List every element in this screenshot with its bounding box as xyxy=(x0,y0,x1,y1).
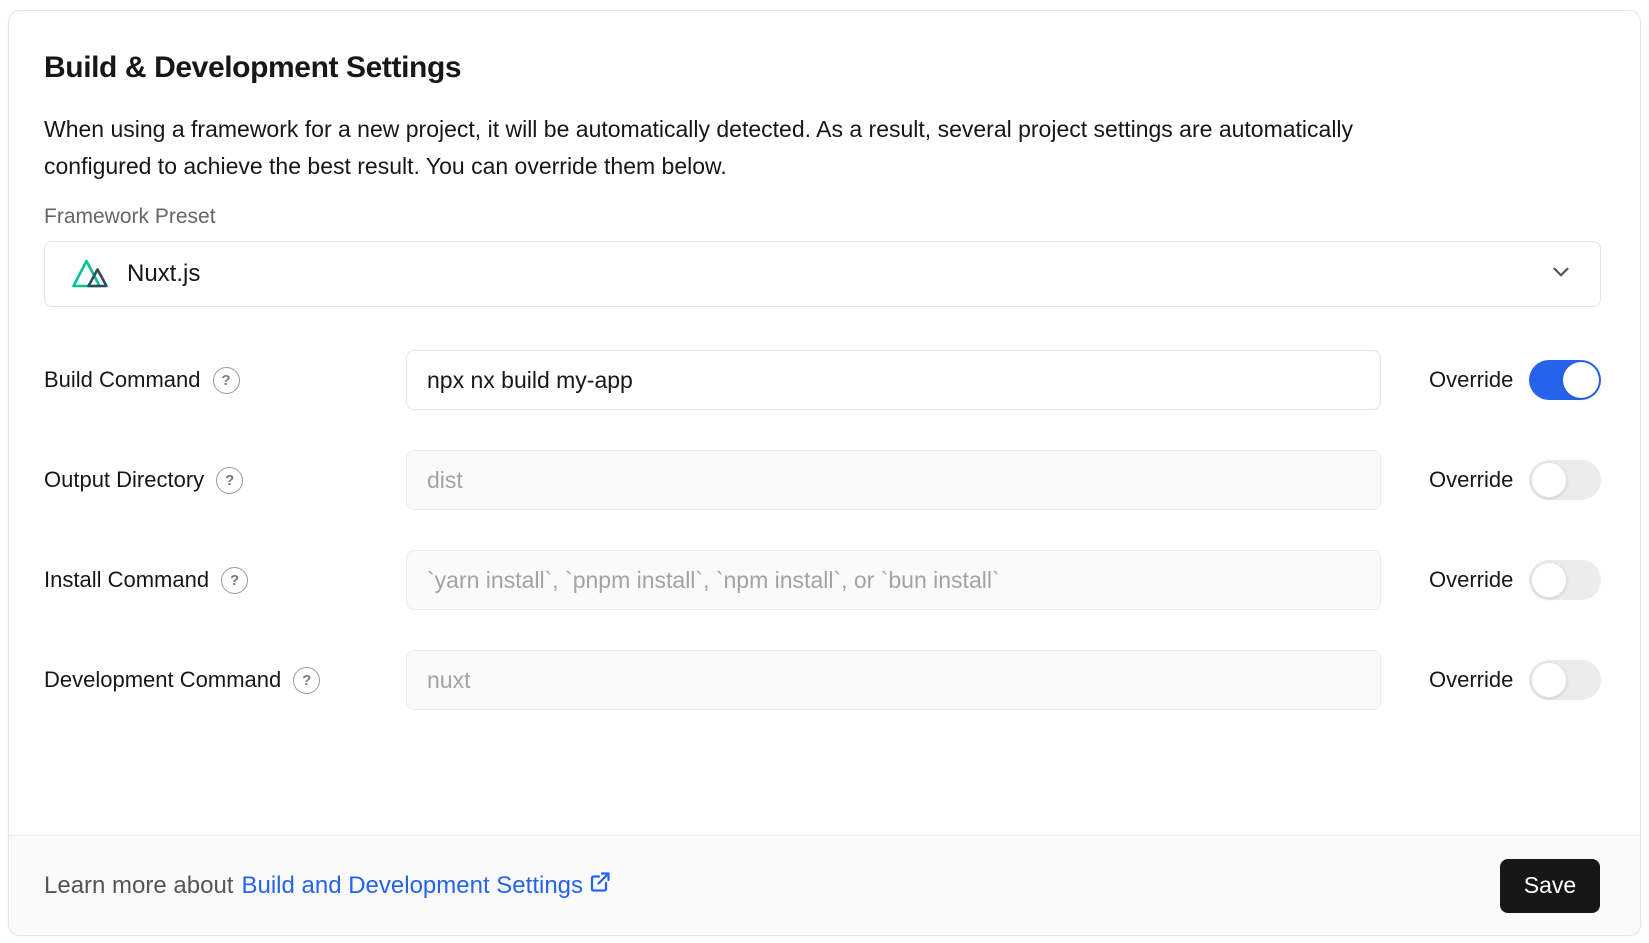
output-directory-override-toggle[interactable] xyxy=(1529,460,1601,500)
learn-more-text: Learn more about Build and Development S… xyxy=(44,870,612,901)
framework-preset-select[interactable]: Nuxt.js xyxy=(44,241,1601,307)
card-body: Build & Development Settings When using … xyxy=(9,11,1640,835)
external-link-icon xyxy=(588,870,612,901)
install-command-override-toggle[interactable] xyxy=(1529,560,1601,600)
toggle-knob xyxy=(1531,562,1567,598)
development-command-row: Development Command ? Override xyxy=(44,650,1600,710)
development-command-input[interactable] xyxy=(406,650,1381,710)
chevron-down-icon xyxy=(1548,259,1574,290)
card-footer: Learn more about Build and Development S… xyxy=(9,835,1640,935)
build-dev-settings-card: Build & Development Settings When using … xyxy=(8,10,1641,936)
build-command-input[interactable] xyxy=(406,350,1381,410)
toggle-knob xyxy=(1563,362,1599,398)
build-command-override-toggle[interactable] xyxy=(1529,360,1601,400)
framework-preset-label: Framework Preset xyxy=(44,205,1600,229)
help-icon[interactable]: ? xyxy=(293,667,320,694)
settings-rows: Build Command ? Override Output Director… xyxy=(44,350,1600,710)
toggle-knob xyxy=(1531,662,1567,698)
nuxt-logo-icon xyxy=(71,258,113,290)
output-directory-row: Output Directory ? Override xyxy=(44,450,1600,510)
save-button[interactable]: Save xyxy=(1500,859,1600,913)
help-icon[interactable]: ? xyxy=(216,467,243,494)
toggle-knob xyxy=(1531,462,1567,498)
override-label: Override xyxy=(1429,667,1513,693)
framework-preset-value: Nuxt.js xyxy=(127,260,1548,288)
override-label: Override xyxy=(1429,567,1513,593)
build-dev-settings-docs-link[interactable]: Build and Development Settings xyxy=(241,870,612,901)
development-command-override-toggle[interactable] xyxy=(1529,660,1601,700)
learn-more-prefix: Learn more about xyxy=(44,872,233,900)
help-icon[interactable]: ? xyxy=(221,567,248,594)
page-title: Build & Development Settings xyxy=(44,51,1600,85)
output-directory-input[interactable] xyxy=(406,450,1381,510)
install-command-input[interactable] xyxy=(406,550,1381,610)
development-command-label: Development Command xyxy=(44,667,281,693)
install-command-row: Install Command ? Override xyxy=(44,550,1600,610)
output-directory-label: Output Directory xyxy=(44,467,204,493)
build-command-row: Build Command ? Override xyxy=(44,350,1600,410)
override-label: Override xyxy=(1429,467,1513,493)
help-icon[interactable]: ? xyxy=(213,367,240,394)
override-label: Override xyxy=(1429,367,1513,393)
install-command-label: Install Command xyxy=(44,567,209,593)
settings-description: When using a framework for a new project… xyxy=(44,111,1444,185)
build-command-label: Build Command xyxy=(44,367,201,393)
